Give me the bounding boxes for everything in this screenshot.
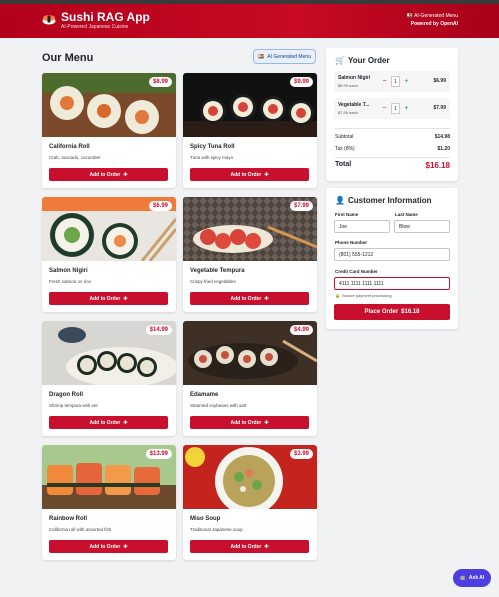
add-to-order-button[interactable]: Add to Order ✚ <box>190 168 309 181</box>
price-badge: $14.99 <box>145 325 172 335</box>
item-name: Miso Soup <box>190 516 221 522</box>
order-item-total: $7.99 <box>433 105 446 111</box>
secure-note: 🔒 Secure payment processing <box>335 293 392 298</box>
divider <box>335 157 450 158</box>
price-badge: $7.99 <box>289 201 313 211</box>
robot-icon: 🤖 <box>459 575 466 581</box>
add-to-order-button[interactable]: Add to Order ✚ <box>190 416 309 429</box>
tax-row: Tax (8%) $1.20 <box>335 146 450 152</box>
menu-card-edamame: $4.99 Edamame Steamed soybeans with salt… <box>183 321 317 436</box>
plus-icon: ✚ <box>123 419 128 426</box>
item-description: Fresh salmon on rice <box>49 279 92 284</box>
last-name-label: Last Name <box>395 212 418 217</box>
plus-icon: ✚ <box>264 419 269 426</box>
item-name: Rainbow Roll <box>49 516 87 522</box>
bento-icon: 🍱 <box>258 53 265 60</box>
item-description: Steamed soybeans with salt <box>190 403 247 408</box>
plus-icon: ✚ <box>264 543 269 550</box>
item-name: Vegetable Tempura <box>190 268 245 274</box>
app-subtitle: AI-Powered Japanese Cuisine <box>61 24 129 30</box>
lock-icon: 🔒 <box>335 293 340 298</box>
order-item-unit-price: $7.99 each <box>338 110 358 115</box>
card-number-label: Credit Card Number <box>335 269 378 274</box>
user-icon: 👤 <box>335 196 345 205</box>
order-panel: 🛒 Your Order Salmon Nigiri $6.99 each − 1… <box>326 48 458 181</box>
add-to-order-button[interactable]: Add to Order ✚ <box>49 416 168 429</box>
order-title: 🛒 Your Order <box>335 56 390 65</box>
menu-card-spicy-tuna-roll: $9.99 Spicy Tuna Roll Tuna with spicy ma… <box>183 73 317 188</box>
order-item-total: $6.99 <box>433 78 446 84</box>
item-name: Salmon Nigiri <box>49 268 88 274</box>
menu-card-miso-soup: $3.99 Miso Soup Traditional Japanese sou… <box>183 445 317 560</box>
order-item-name: Salmon Nigiri <box>338 75 371 81</box>
app-title: Sushi RAG App <box>61 10 150 24</box>
divider <box>335 128 450 129</box>
add-to-order-button[interactable]: Add to Order ✚ <box>49 292 168 305</box>
ai-generated-menu-chip[interactable]: 🍱 AI Generated Menu <box>253 49 316 64</box>
order-item: Vegetable T... $7.99 each − 1 + $7.99 <box>334 98 450 119</box>
first-name-field[interactable]: Joe <box>334 220 390 233</box>
cart-icon: 🛒 <box>335 56 345 65</box>
menu-card-rainbow-roll: $13.99 Rainbow Roll California roll with… <box>42 445 176 560</box>
customer-panel: 👤 Customer Information First Name Joe Las… <box>326 188 458 329</box>
item-description: California roll with assorted fish <box>49 527 112 532</box>
order-item-unit-price: $6.99 each <box>338 83 358 88</box>
place-order-button[interactable]: Place Order $16.18 <box>334 304 450 320</box>
order-item: Salmon Nigiri $6.99 each − 1 + $6.99 <box>334 71 450 92</box>
total-row: Total $16.18 <box>335 161 450 170</box>
menu-card-california-roll: $8.99 California Roll Crab, avocado, cuc… <box>42 73 176 188</box>
add-to-order-button[interactable]: Add to Order ✚ <box>49 168 168 181</box>
item-description: Traditional Japanese soup <box>190 527 243 532</box>
card-number-field[interactable]: 4111 1111 1111 1111 <box>334 277 450 290</box>
quantity-value: 1 <box>391 76 400 87</box>
phone-field[interactable]: (801) 555-1212 <box>334 248 450 261</box>
item-description: Shrimp tempura with eel <box>49 403 98 408</box>
sushi-logo-icon <box>42 15 56 25</box>
plus-icon: ✚ <box>264 295 269 302</box>
add-to-order-button[interactable]: Add to Order ✚ <box>190 540 309 553</box>
increase-quantity-button[interactable]: + <box>402 76 411 87</box>
item-name: Spicy Tuna Roll <box>190 144 235 150</box>
sushi-small-icon: 🍱 <box>406 13 413 19</box>
price-badge: $4.99 <box>289 325 313 335</box>
subtotal-row: Subtotal $14.98 <box>335 134 450 140</box>
price-badge: $9.99 <box>289 77 313 87</box>
plus-icon: ✚ <box>123 543 128 550</box>
ask-ai-button[interactable]: 🤖 Ask AI <box>453 569 491 587</box>
first-name-label: First Name <box>335 212 359 217</box>
plus-icon: ✚ <box>264 171 269 178</box>
quantity-value: 1 <box>391 103 400 114</box>
price-badge: $6.99 <box>148 201 172 211</box>
plus-icon: ✚ <box>123 171 128 178</box>
item-name: California Roll <box>49 144 90 150</box>
item-description: Tuna with spicy mayo <box>190 155 234 160</box>
window-top-edge <box>0 0 499 4</box>
item-name: Edamame <box>190 392 219 398</box>
menu-card-vegetable-tempura: $7.99 Vegetable Tempura Crispy fried veg… <box>183 197 317 312</box>
price-badge: $8.99 <box>148 77 172 87</box>
item-description: Crispy fried vegetables <box>190 279 236 284</box>
phone-label: Phone Number <box>335 240 368 245</box>
ai-menu-badge: 🍱 AI-Generated Menu <box>406 13 458 19</box>
last-name-field[interactable]: Blow <box>394 220 450 233</box>
item-name: Dragon Roll <box>49 392 83 398</box>
menu-card-dragon-roll: $14.99 Dragon Roll Shrimp tempura with e… <box>42 321 176 436</box>
price-badge: $13.99 <box>145 449 172 459</box>
menu-card-salmon-nigiri: $6.99 Salmon Nigiri Fresh salmon on rice… <box>42 197 176 312</box>
order-item-name: Vegetable T... <box>338 102 370 108</box>
menu-title: Our Menu <box>42 52 94 64</box>
plus-icon: ✚ <box>123 295 128 302</box>
increase-quantity-button[interactable]: + <box>402 103 411 114</box>
powered-by: Powered by OpenAI <box>410 21 458 27</box>
add-to-order-button[interactable]: Add to Order ✚ <box>190 292 309 305</box>
item-description: Crab, avocado, cucumber <box>49 155 101 160</box>
decrease-quantity-button[interactable]: − <box>380 103 389 114</box>
add-to-order-button[interactable]: Add to Order ✚ <box>49 540 168 553</box>
price-badge: $3.99 <box>289 449 313 459</box>
decrease-quantity-button[interactable]: − <box>380 76 389 87</box>
customer-title: 👤 Customer Information <box>335 196 432 205</box>
